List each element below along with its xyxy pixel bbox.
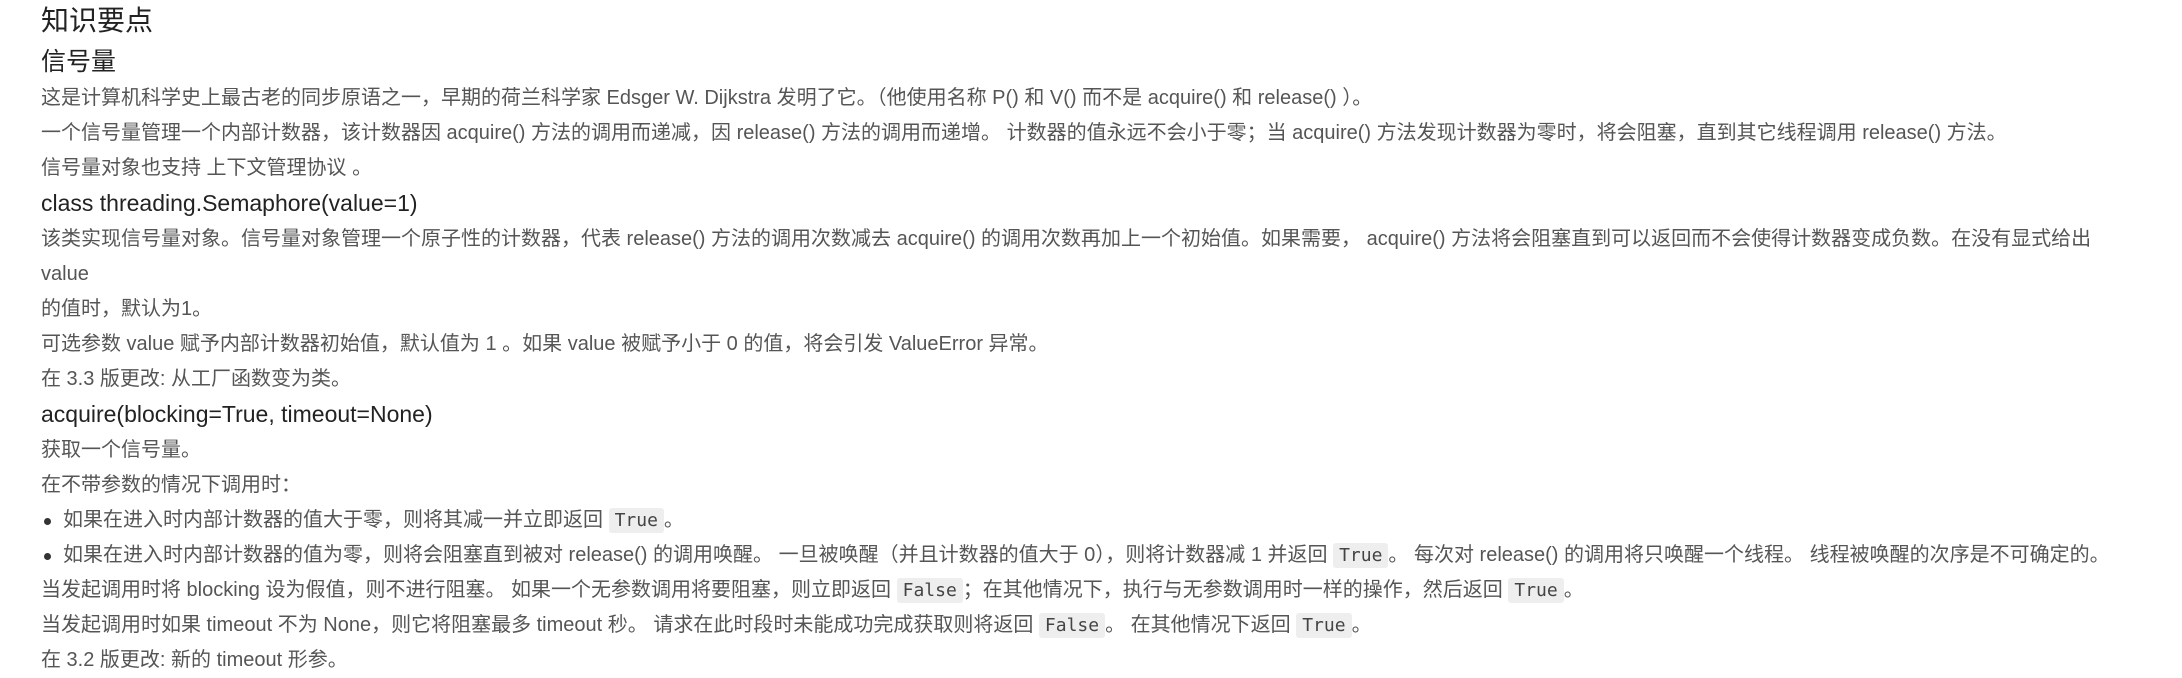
class-desc-line-2: 的值时，默认为1。 <box>41 298 213 320</box>
text: 。 <box>1351 614 1372 636</box>
list-item-text: 。 <box>663 509 684 531</box>
code-true: True <box>1508 578 1564 603</box>
class-desc-version-note: 在 3.3 版更改: 从工厂函数变为类。 <box>41 368 352 390</box>
list-item: 如果在进入时内部计数器的值大于零，则将其减一并立即返回 True。 <box>41 503 2141 538</box>
acquire-signature: acquire(blocking=True, timeout=None) <box>41 401 433 427</box>
intro-paragraph-2: 一个信号量管理一个内部计数器，该计数器因 acquire() 方法的调用而递减，… <box>41 122 2007 144</box>
code-true: True <box>608 508 664 533</box>
code-true: True <box>1333 543 1389 568</box>
document: 知识要点 信号量 这是计算机科学史上最古老的同步原语之一，早期的荷兰科学家 Ed… <box>0 0 2141 678</box>
class-signature: class threading.Semaphore(value=1) <box>41 190 418 216</box>
code-false: False <box>1038 613 1106 638</box>
code-true: True <box>1296 613 1352 638</box>
text: 当发起调用时如果 timeout 不为 None，则它将阻塞最多 timeout… <box>41 614 1039 636</box>
list-item-text: 如果在进入时内部计数器的值大于零，则将其减一并立即返回 <box>63 509 609 531</box>
acquire-desc-1: 获取一个信号量。 <box>41 439 201 461</box>
class-desc-line-1: 该类实现信号量对象。信号量对象管理一个原子性的计数器，代表 release() … <box>41 228 2092 285</box>
intro-paragraph-1: 这是计算机科学史上最古老的同步原语之一，早期的荷兰科学家 Edsger W. D… <box>41 87 1373 109</box>
acquire-behavior-list: 如果在进入时内部计数器的值大于零，则将其减一并立即返回 True。 如果在进入时… <box>41 503 2141 573</box>
intro-paragraph-3: 信号量对象也支持 上下文管理协议 。 <box>41 157 373 179</box>
text: ；在其他情况下，执行与无参数调用时一样的操作，然后返回 <box>962 579 1509 601</box>
class-desc-value-param: 可选参数 value 赋予内部计数器初始值，默认值为 1 。如果 value 被… <box>41 333 1049 355</box>
text: 。 <box>1563 579 1584 601</box>
acquire-desc-timeout: 当发起调用时如果 timeout 不为 None，则它将阻塞最多 timeout… <box>41 608 2141 643</box>
list-item-text: 如果在进入时内部计数器的值为零，则将会阻塞直到被对 release() 的调用唤… <box>63 544 1334 566</box>
code-false: False <box>896 578 963 603</box>
acquire-desc-2: 在不带参数的情况下调用时： <box>41 474 301 496</box>
section-heading: 信号量 <box>41 48 117 76</box>
acquire-version-note: 在 3.2 版更改: 新的 timeout 形参。 <box>41 649 348 671</box>
list-item-text: 。 每次对 release() 的调用将只唤醒一个线程。 线程被唤醒的次序是不可… <box>1388 544 2110 566</box>
text: 。 在其他情况下返回 <box>1105 614 1297 636</box>
list-item: 如果在进入时内部计数器的值为零，则将会阻塞直到被对 release() 的调用唤… <box>41 538 2141 573</box>
text: 当发起调用时将 blocking 设为假值，则不进行阻塞。 如果一个无参数调用将… <box>41 579 897 601</box>
acquire-desc-blocking: 当发起调用时将 blocking 设为假值，则不进行阻塞。 如果一个无参数调用将… <box>41 573 2141 608</box>
page-title: 知识要点 <box>41 5 154 36</box>
